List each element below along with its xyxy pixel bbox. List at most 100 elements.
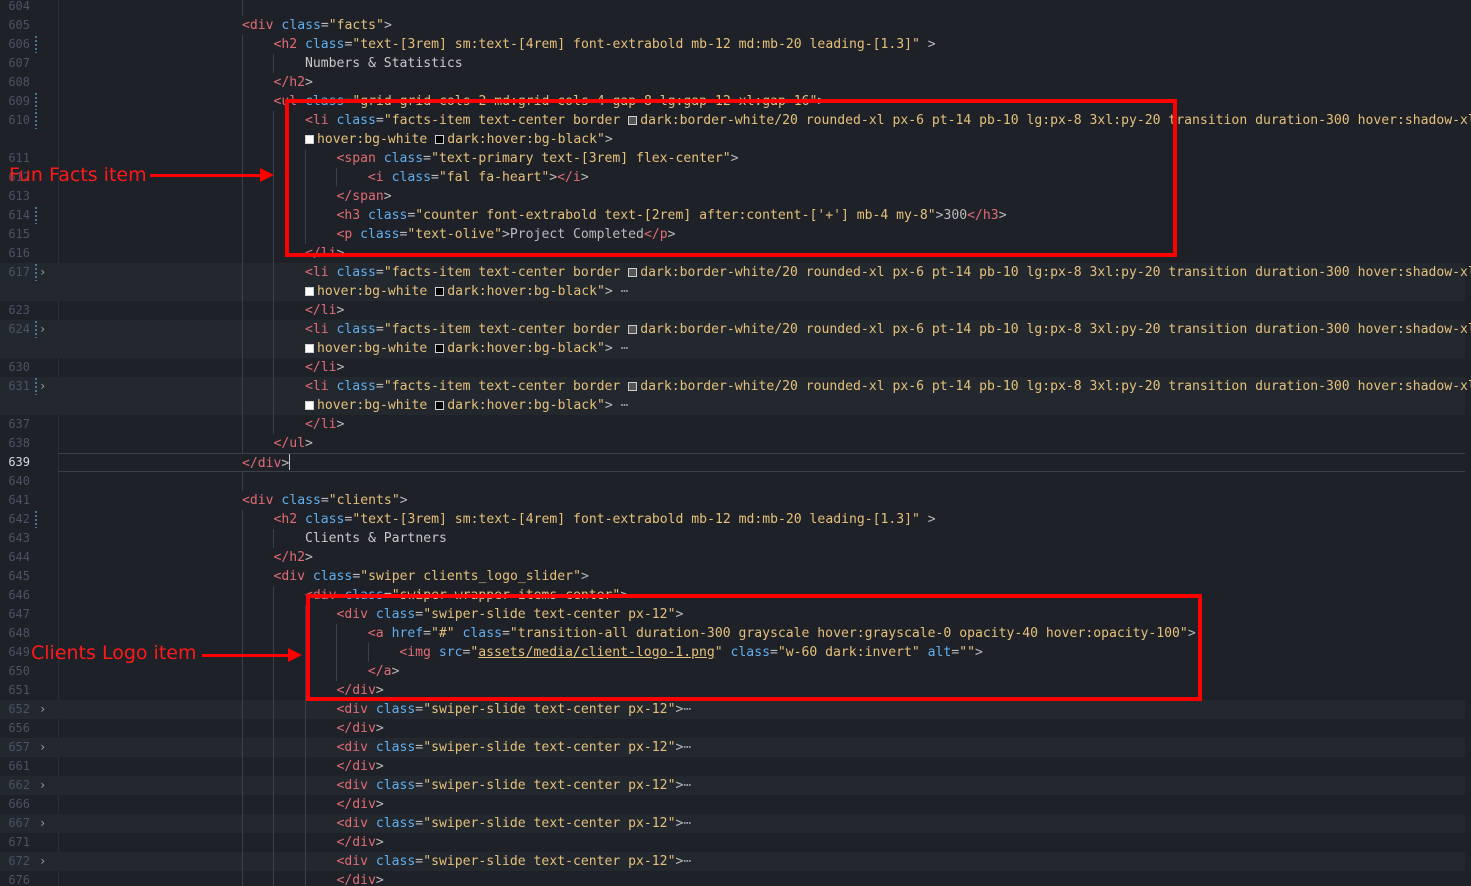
code-line[interactable]: 604 <box>0 0 1465 16</box>
line-number: 630 <box>8 360 30 374</box>
line-number: 608 <box>8 75 30 89</box>
code-token: class <box>305 569 353 584</box>
code-line[interactable]: 608 </h2> <box>0 73 1465 92</box>
code-line[interactable]: 642 <h2 class="text-[3rem] sm:text-[4rem]… <box>0 510 1465 529</box>
code-text[interactable]: Numbers & Statistics <box>58 54 1465 73</box>
code-text[interactable]: <div class="swiper clients_logo_slider"> <box>58 567 1465 586</box>
code-line[interactable]: 640 <box>0 472 1465 491</box>
code-line[interactable]: 617 › <li class="facts-item text-center bo… <box>0 263 1471 282</box>
folded-ellipsis-icon[interactable]: ⋯ <box>613 284 629 299</box>
fold-chevron-icon[interactable]: › <box>39 377 46 396</box>
code-line[interactable]: 639 </div> <box>0 453 1465 472</box>
code-text[interactable] <box>58 472 1465 491</box>
line-number: 671 <box>8 835 30 849</box>
code-text[interactable]: <div class="facts"> <box>58 16 1465 35</box>
code-text[interactable]: </div> <box>58 719 1465 738</box>
code-text[interactable]: <li class="facts-item text-center border… <box>58 377 1471 396</box>
folded-ellipsis-icon[interactable]: ⋯ <box>683 816 691 831</box>
code-line[interactable]: 676 </div> <box>0 871 1465 886</box>
fold-chevron-icon[interactable]: › <box>39 700 46 719</box>
code-text[interactable]: hover:bg-white dark:hover:bg-black"> ⋯ <box>58 282 1465 301</box>
indent-guide <box>242 396 243 415</box>
folded-ellipsis-icon[interactable]: ⋯ <box>683 702 691 717</box>
code-line[interactable]: 637 </li> <box>0 415 1465 434</box>
fold-chevron-icon[interactable]: › <box>39 738 46 757</box>
code-line[interactable]: 606 <h2 class="text-[3rem] sm:text-[4rem]… <box>0 35 1465 54</box>
code-text[interactable]: <div class="swiper-slide text-center px-… <box>58 814 1465 833</box>
code-text[interactable] <box>58 0 1465 16</box>
code-line[interactable]: 643 Clients & Partners <box>0 529 1465 548</box>
code-line[interactable]: 652 › <div class="swiper-slide text-center… <box>0 700 1465 719</box>
code-text[interactable]: </li> <box>58 415 1465 434</box>
fold-chevron-icon[interactable]: › <box>39 814 46 833</box>
code-text[interactable]: <h2 class="text-[3rem] sm:text-[4rem] fo… <box>58 510 1465 529</box>
code-text[interactable]: <div class="swiper-slide text-center px-… <box>58 852 1465 871</box>
code-text[interactable]: <div class="swiper-slide text-center px-… <box>58 738 1465 757</box>
code-line[interactable]: hover:bg-white dark:hover:bg-black"> ⋯ <box>0 339 1465 358</box>
code-line[interactable]: 631 › <li class="facts-item text-center bo… <box>0 377 1471 396</box>
code-text[interactable]: <div class="swiper-slide text-center px-… <box>58 776 1465 795</box>
clients-logo-annotation: Clients Logo item <box>31 642 197 664</box>
folded-ellipsis-icon[interactable]: ⋯ <box>613 341 629 356</box>
code-text[interactable]: </li> <box>58 301 1465 320</box>
code-line[interactable]: 645 <div class="swiper clients_logo_slide… <box>0 567 1465 586</box>
code-line[interactable]: 644 </h2> <box>0 548 1465 567</box>
code-token: > <box>604 398 613 413</box>
code-line[interactable]: 605 <div class="facts"> <box>0 16 1465 35</box>
code-line[interactable]: 641 <div class="clients"> <box>0 491 1465 510</box>
folded-ellipsis-icon[interactable]: ⋯ <box>683 740 691 755</box>
code-line[interactable]: 666 </div> <box>0 795 1465 814</box>
code-line[interactable]: 671 </div> <box>0 833 1465 852</box>
code-line[interactable]: 656 </div> <box>0 719 1465 738</box>
code-line[interactable]: 624 › <li class="facts-item text-center bo… <box>0 320 1471 339</box>
code-text[interactable]: </div> <box>58 757 1465 776</box>
code-editor[interactable]: 604 605 <div class="facts"> 606 <h2 class="t… <box>0 0 1471 886</box>
fold-chevron-icon[interactable]: › <box>39 320 46 339</box>
line-number: 609 <box>8 94 30 108</box>
code-line[interactable]: 630 </li> <box>0 358 1465 377</box>
code-text[interactable]: </div> <box>58 833 1465 852</box>
code-text[interactable]: </div> <box>58 453 1465 472</box>
code-text[interactable]: <li class="facts-item text-center border… <box>58 263 1471 282</box>
code-text[interactable]: </ul> <box>58 434 1465 453</box>
code-text[interactable]: hover:bg-white dark:hover:bg-black"> ⋯ <box>58 339 1465 358</box>
code-line[interactable]: hover:bg-white dark:hover:bg-black"> ⋯ <box>0 282 1465 301</box>
line-number: 641 <box>8 493 30 507</box>
indent-guide <box>273 871 275 886</box>
code-token: class <box>273 18 321 33</box>
indent-guide <box>304 719 306 738</box>
code-line[interactable]: 623 </li> <box>0 301 1465 320</box>
code-text[interactable]: </h2> <box>58 548 1465 567</box>
indent-guide <box>273 795 275 814</box>
code-text[interactable]: <h2 class="text-[3rem] sm:text-[4rem] fo… <box>58 35 1465 54</box>
code-text[interactable]: <li class="facts-item text-center border… <box>58 320 1471 339</box>
code-text[interactable]: </div> <box>58 871 1465 886</box>
folded-ellipsis-icon[interactable]: ⋯ <box>683 778 691 793</box>
code-line[interactable]: 661 </div> <box>0 757 1465 776</box>
code-token: = <box>320 493 329 508</box>
code-text[interactable]: </li> <box>58 358 1465 377</box>
code-line[interactable]: hover:bg-white dark:hover:bg-black"> ⋯ <box>0 396 1465 415</box>
folded-ellipsis-icon[interactable]: ⋯ <box>613 398 629 413</box>
code-line[interactable]: 662 › <div class="swiper-slide text-center… <box>0 776 1465 795</box>
code-line[interactable]: 607 Numbers & Statistics <box>0 54 1465 73</box>
code-token: </h2 <box>273 550 306 565</box>
code-line[interactable]: 672 › <div class="swiper-slide text-center… <box>0 852 1465 871</box>
line-number: 651 <box>8 683 30 697</box>
code-token: "text-[3rem] sm:text-[4rem] font-extrabo… <box>352 37 920 52</box>
code-token: dark:border-white/20 rounded-xl px-6 pt-… <box>640 322 1471 337</box>
fold-chevron-icon[interactable]: › <box>39 263 46 282</box>
code-text[interactable]: <div class="swiper-slide text-center px-… <box>58 700 1465 719</box>
fold-chevron-icon[interactable]: › <box>39 776 46 795</box>
code-line[interactable]: 657 › <div class="swiper-slide text-center… <box>0 738 1465 757</box>
code-text[interactable]: </div> <box>58 795 1465 814</box>
code-text[interactable]: <div class="clients"> <box>58 491 1465 510</box>
folded-ellipsis-icon[interactable]: ⋯ <box>683 854 691 869</box>
fold-chevron-icon[interactable]: › <box>39 852 46 871</box>
code-text[interactable]: </h2> <box>58 73 1465 92</box>
code-line[interactable]: 638 </ul> <box>0 434 1465 453</box>
code-text[interactable]: hover:bg-white dark:hover:bg-black"> ⋯ <box>58 396 1465 415</box>
code-line[interactable]: 667 › <div class="swiper-slide text-center… <box>0 814 1465 833</box>
line-number: 606 <box>8 37 30 51</box>
code-text[interactable]: Clients & Partners <box>58 529 1465 548</box>
